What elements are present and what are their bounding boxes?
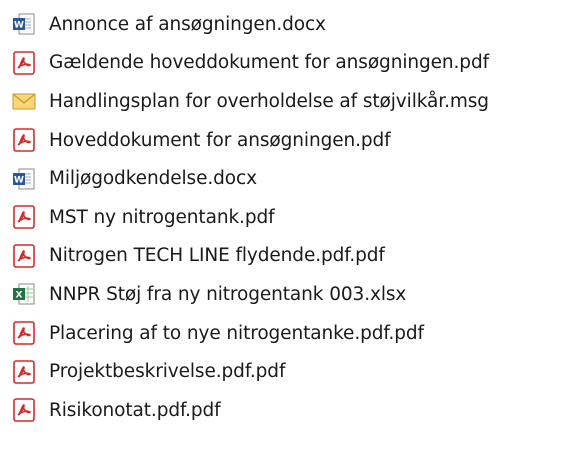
- file-item-nnpr-xlsx[interactable]: X NNPR Støj fra ny nitrogentank 003.xlsx: [0, 275, 570, 314]
- file-item-mst-pdf[interactable]: MST ny nitrogentank.pdf: [0, 198, 570, 237]
- file-name: Risikonotat.pdf.pdf: [49, 399, 221, 421]
- file-name: Gældende hoveddokument for ansøgningen.p…: [49, 52, 490, 74]
- pdf-icon: [11, 320, 37, 346]
- word-document-icon: W: [11, 11, 37, 37]
- file-name: Hoveddokument for ansøgningen.pdf: [49, 129, 391, 151]
- pdf-icon: [11, 50, 37, 76]
- pdf-icon: [11, 127, 37, 153]
- pdf-icon: [11, 204, 37, 230]
- pdf-icon: [11, 359, 37, 385]
- file-item-projektbeskrivelse-pdf[interactable]: Projektbeskrivelse.pdf.pdf: [0, 352, 570, 391]
- file-item-hoveddokument-pdf[interactable]: Hoveddokument for ansøgningen.pdf: [0, 121, 570, 160]
- excel-spreadsheet-icon: X: [11, 281, 37, 307]
- file-name: Handlingsplan for overholdelse af støjvi…: [49, 90, 489, 112]
- file-name: Nitrogen TECH LINE flydende.pdf.pdf: [49, 245, 385, 267]
- svg-text:W: W: [14, 175, 24, 185]
- file-name: NNPR Støj fra ny nitrogentank 003.xlsx: [49, 283, 407, 305]
- file-item-miljoegodkendelse-docx[interactable]: W Miljøgodkendelse.docx: [0, 159, 570, 198]
- file-name: Placering af to nye nitrogentanke.pdf.pd…: [49, 322, 424, 344]
- svg-text:W: W: [14, 21, 24, 31]
- file-item-nitrogen-tech-line-pdf[interactable]: Nitrogen TECH LINE flydende.pdf.pdf: [0, 237, 570, 276]
- file-name: Projektbeskrivelse.pdf.pdf: [49, 361, 286, 383]
- email-message-icon: [11, 88, 37, 114]
- pdf-icon: [11, 243, 37, 269]
- svg-text:X: X: [16, 291, 23, 301]
- file-list: W Annonce af ansøgningen.docx Gældende h…: [0, 0, 570, 464]
- file-item-placering-pdf[interactable]: Placering af to nye nitrogentanke.pdf.pd…: [0, 314, 570, 353]
- file-name: Annonce af ansøgningen.docx: [49, 13, 326, 35]
- file-item-handlingsplan-msg[interactable]: Handlingsplan for overholdelse af støjvi…: [0, 82, 570, 121]
- file-item-gaeldende-pdf[interactable]: Gældende hoveddokument for ansøgningen.p…: [0, 44, 570, 83]
- file-name: Miljøgodkendelse.docx: [49, 168, 257, 190]
- pdf-icon: [11, 397, 37, 423]
- file-item-risikonotat-pdf[interactable]: Risikonotat.pdf.pdf: [0, 391, 570, 430]
- word-document-icon: W: [11, 166, 37, 192]
- file-name: MST ny nitrogentank.pdf: [49, 206, 275, 228]
- file-item-annonce-docx[interactable]: W Annonce af ansøgningen.docx: [0, 5, 570, 44]
